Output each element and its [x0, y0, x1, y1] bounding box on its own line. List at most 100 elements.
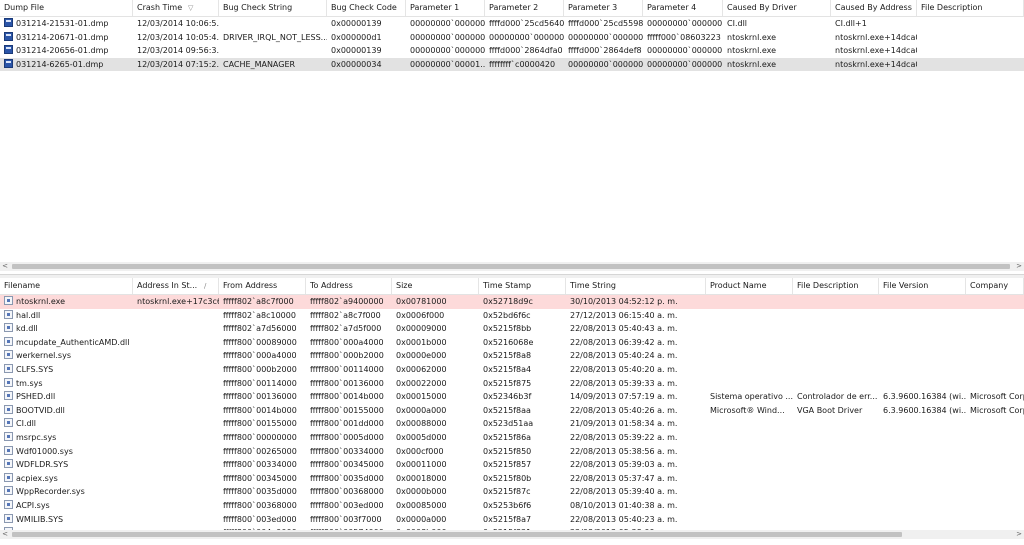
scroll-right-arrow-icon[interactable]: >: [1014, 262, 1024, 271]
driver-row[interactable]: WppRecorder.sys fffff800`0035d000 fffff800…: [0, 485, 1024, 499]
time-stamp: 0x5215f875: [483, 378, 532, 388]
file-version: [879, 485, 966, 499]
driver-filename: WppRecorder.sys: [16, 487, 85, 497]
column-header-parameter-4[interactable]: Parameter 4: [643, 0, 723, 16]
file-description: [917, 58, 1024, 72]
bottom-horizontal-scrollbar[interactable]: < >: [0, 530, 1024, 539]
column-header-company[interactable]: Company: [966, 278, 1024, 294]
dump-file-icon: [4, 45, 13, 55]
driver-filename: kd.dll: [16, 324, 38, 334]
column-header-file-version[interactable]: File Version: [879, 278, 966, 294]
column-header-time-string[interactable]: Time String: [566, 278, 706, 294]
column-header-dump-file[interactable]: Dump File: [0, 0, 133, 16]
driver-list-pane[interactable]: Filename Address In St... / From Address…: [0, 278, 1024, 539]
column-header-time-stamp[interactable]: Time Stamp: [479, 278, 566, 294]
crash-time: 12/03/2014 10:06:5...: [137, 19, 219, 28]
caused-by-driver: ntoskrnl.exe: [727, 32, 777, 42]
column-header-from-address[interactable]: From Address: [219, 278, 306, 294]
size: 0x00062000: [396, 364, 447, 374]
file-version: [879, 349, 966, 363]
company: [966, 431, 1024, 445]
driver-row[interactable]: Wdf01000.sys fffff800`00265000 fffff800`00…: [0, 445, 1024, 459]
column-header-product-name[interactable]: Product Name: [706, 278, 793, 294]
driver-filename: WDFLDR.SYS: [16, 460, 69, 470]
crash-row-selected[interactable]: 031214-6265-01.dmp 12/03/2014 07:15:2...…: [0, 57, 1024, 72]
driver-row[interactable]: BOOTVID.dll fffff800`0014b000 fffff800`001…: [0, 404, 1024, 418]
time-string: 22/08/2013 05:38:56 a. m.: [570, 446, 678, 456]
scrollbar-thumb[interactable]: [12, 264, 1010, 269]
caused-by-driver: CI.dll: [727, 19, 748, 28]
column-header-file-description[interactable]: File Description: [793, 278, 879, 294]
column-header-bug-check-string[interactable]: Bug Check String: [219, 0, 327, 16]
parameter-2: ffffd000`2864dfa0: [489, 46, 563, 56]
driver-list-header: Filename Address In St... / From Address…: [0, 278, 1024, 295]
file-version: [879, 458, 966, 472]
crash-time: 12/03/2014 07:15:2...: [137, 59, 219, 69]
column-header-parameter-1[interactable]: Parameter 1: [406, 0, 485, 16]
file-version: [879, 377, 966, 391]
size: 0x00088000: [396, 419, 447, 429]
driver-row-highlighted[interactable]: ntoskrnl.exe ntoskrnl.exe+17c3c6 fffff802`…: [0, 295, 1024, 309]
column-header-file-description[interactable]: File Description: [917, 0, 1024, 16]
parameter-4: 00000000`000000...: [647, 46, 723, 56]
file-description: [793, 295, 879, 309]
crash-list-pane[interactable]: Dump File Crash Time ▽ Bug Check String …: [0, 0, 1024, 274]
scroll-left-arrow-icon[interactable]: <: [0, 262, 10, 271]
driver-row[interactable]: CI.dll fffff800`00155000 fffff800`001dd000…: [0, 417, 1024, 431]
from-address: fffff800`000b2000: [223, 364, 297, 374]
column-header-to-address[interactable]: To Address: [306, 278, 392, 294]
column-header-filename[interactable]: Filename: [0, 278, 133, 294]
company: [966, 499, 1024, 513]
crash-row[interactable]: 031214-21531-01.dmp 12/03/2014 10:06:5..…: [0, 17, 1024, 31]
file-description: [793, 349, 879, 363]
driver-row[interactable]: ACPI.sys fffff800`00368000 fffff800`003ed0…: [0, 499, 1024, 513]
scroll-right-arrow-icon[interactable]: >: [1014, 530, 1024, 539]
column-header-bug-check-code[interactable]: Bug Check Code: [327, 0, 406, 16]
time-stamp: 0x5215f86a: [483, 432, 532, 442]
time-string: 08/10/2013 01:40:38 a. m.: [570, 500, 678, 510]
driver-row[interactable]: kd.dll fffff802`a7d56000 fffff802`a7d5f000…: [0, 322, 1024, 336]
driver-row[interactable]: CLFS.SYS fffff800`000b2000 fffff800`001140…: [0, 363, 1024, 377]
column-header-size[interactable]: Size: [392, 278, 479, 294]
driver-row[interactable]: werkernel.sys fffff800`000a4000 fffff800`0…: [0, 349, 1024, 363]
time-stamp: 0x5216068e: [483, 337, 534, 347]
dump-file-name: 031214-21531-01.dmp: [16, 19, 109, 28]
scroll-left-arrow-icon[interactable]: <: [0, 530, 10, 539]
driver-row[interactable]: WMILIB.SYS fffff800`003ed000 fffff800`003f…: [0, 513, 1024, 527]
driver-row[interactable]: WDFLDR.SYS fffff800`00334000 fffff800`0034…: [0, 458, 1024, 472]
company: [966, 322, 1024, 336]
parameter-1: 00000000`00001...: [410, 59, 485, 69]
to-address: fffff800`001dd000: [310, 419, 384, 429]
time-string: 27/12/2013 06:15:40 a. m.: [570, 310, 678, 320]
driver-filename: BOOTVID.dll: [16, 405, 65, 415]
size: 0x00011000: [396, 460, 447, 470]
column-header-crash-time[interactable]: Crash Time: [133, 0, 219, 16]
product-name: [706, 295, 793, 309]
scrollbar-thumb[interactable]: [12, 532, 902, 537]
driver-row[interactable]: PSHED.dll fffff800`00136000 fffff800`0014b…: [0, 390, 1024, 404]
time-stamp: 0x52718d9c: [483, 297, 533, 306]
file-description: [793, 472, 879, 486]
company: [966, 377, 1024, 391]
address-in-stack: ntoskrnl.exe+17c3c6: [137, 297, 219, 306]
crash-list-body: 031214-21531-01.dmp 12/03/2014 10:06:5..…: [0, 17, 1024, 72]
column-header-parameter-3[interactable]: Parameter 3: [564, 0, 643, 16]
top-horizontal-scrollbar[interactable]: < >: [0, 262, 1024, 271]
column-header-parameter-2[interactable]: Parameter 2: [485, 0, 564, 16]
crash-row[interactable]: 031214-20656-01.dmp 12/03/2014 09:56:3..…: [0, 44, 1024, 58]
time-string: 22/08/2013 05:40:24 a. m.: [570, 351, 678, 361]
driver-row[interactable]: hal.dll fffff802`a8c10000 fffff802`a8c7f00…: [0, 309, 1024, 323]
driver-row[interactable]: tm.sys fffff800`00114000 fffff800`00136000…: [0, 377, 1024, 391]
column-header-caused-by-address[interactable]: Caused By Address: [831, 0, 917, 16]
crash-row[interactable]: 031214-20671-01.dmp 12/03/2014 10:05:4..…: [0, 31, 1024, 45]
driver-row[interactable]: acpiex.sys fffff800`00345000 fffff800`0035…: [0, 472, 1024, 486]
from-address: fffff800`00155000: [223, 419, 297, 429]
address-in-stack: [133, 322, 219, 336]
driver-row[interactable]: mcupdate_AuthenticAMD.dll fffff800`000890…: [0, 336, 1024, 350]
company: [966, 458, 1024, 472]
address-in-stack: [133, 513, 219, 527]
file-description: VGA Boot Driver: [797, 405, 863, 415]
to-address: fffff800`00155000: [310, 405, 384, 415]
driver-row[interactable]: msrpc.sys fffff800`00000000 fffff800`0005d…: [0, 431, 1024, 445]
column-header-caused-by-driver[interactable]: Caused By Driver: [723, 0, 831, 16]
